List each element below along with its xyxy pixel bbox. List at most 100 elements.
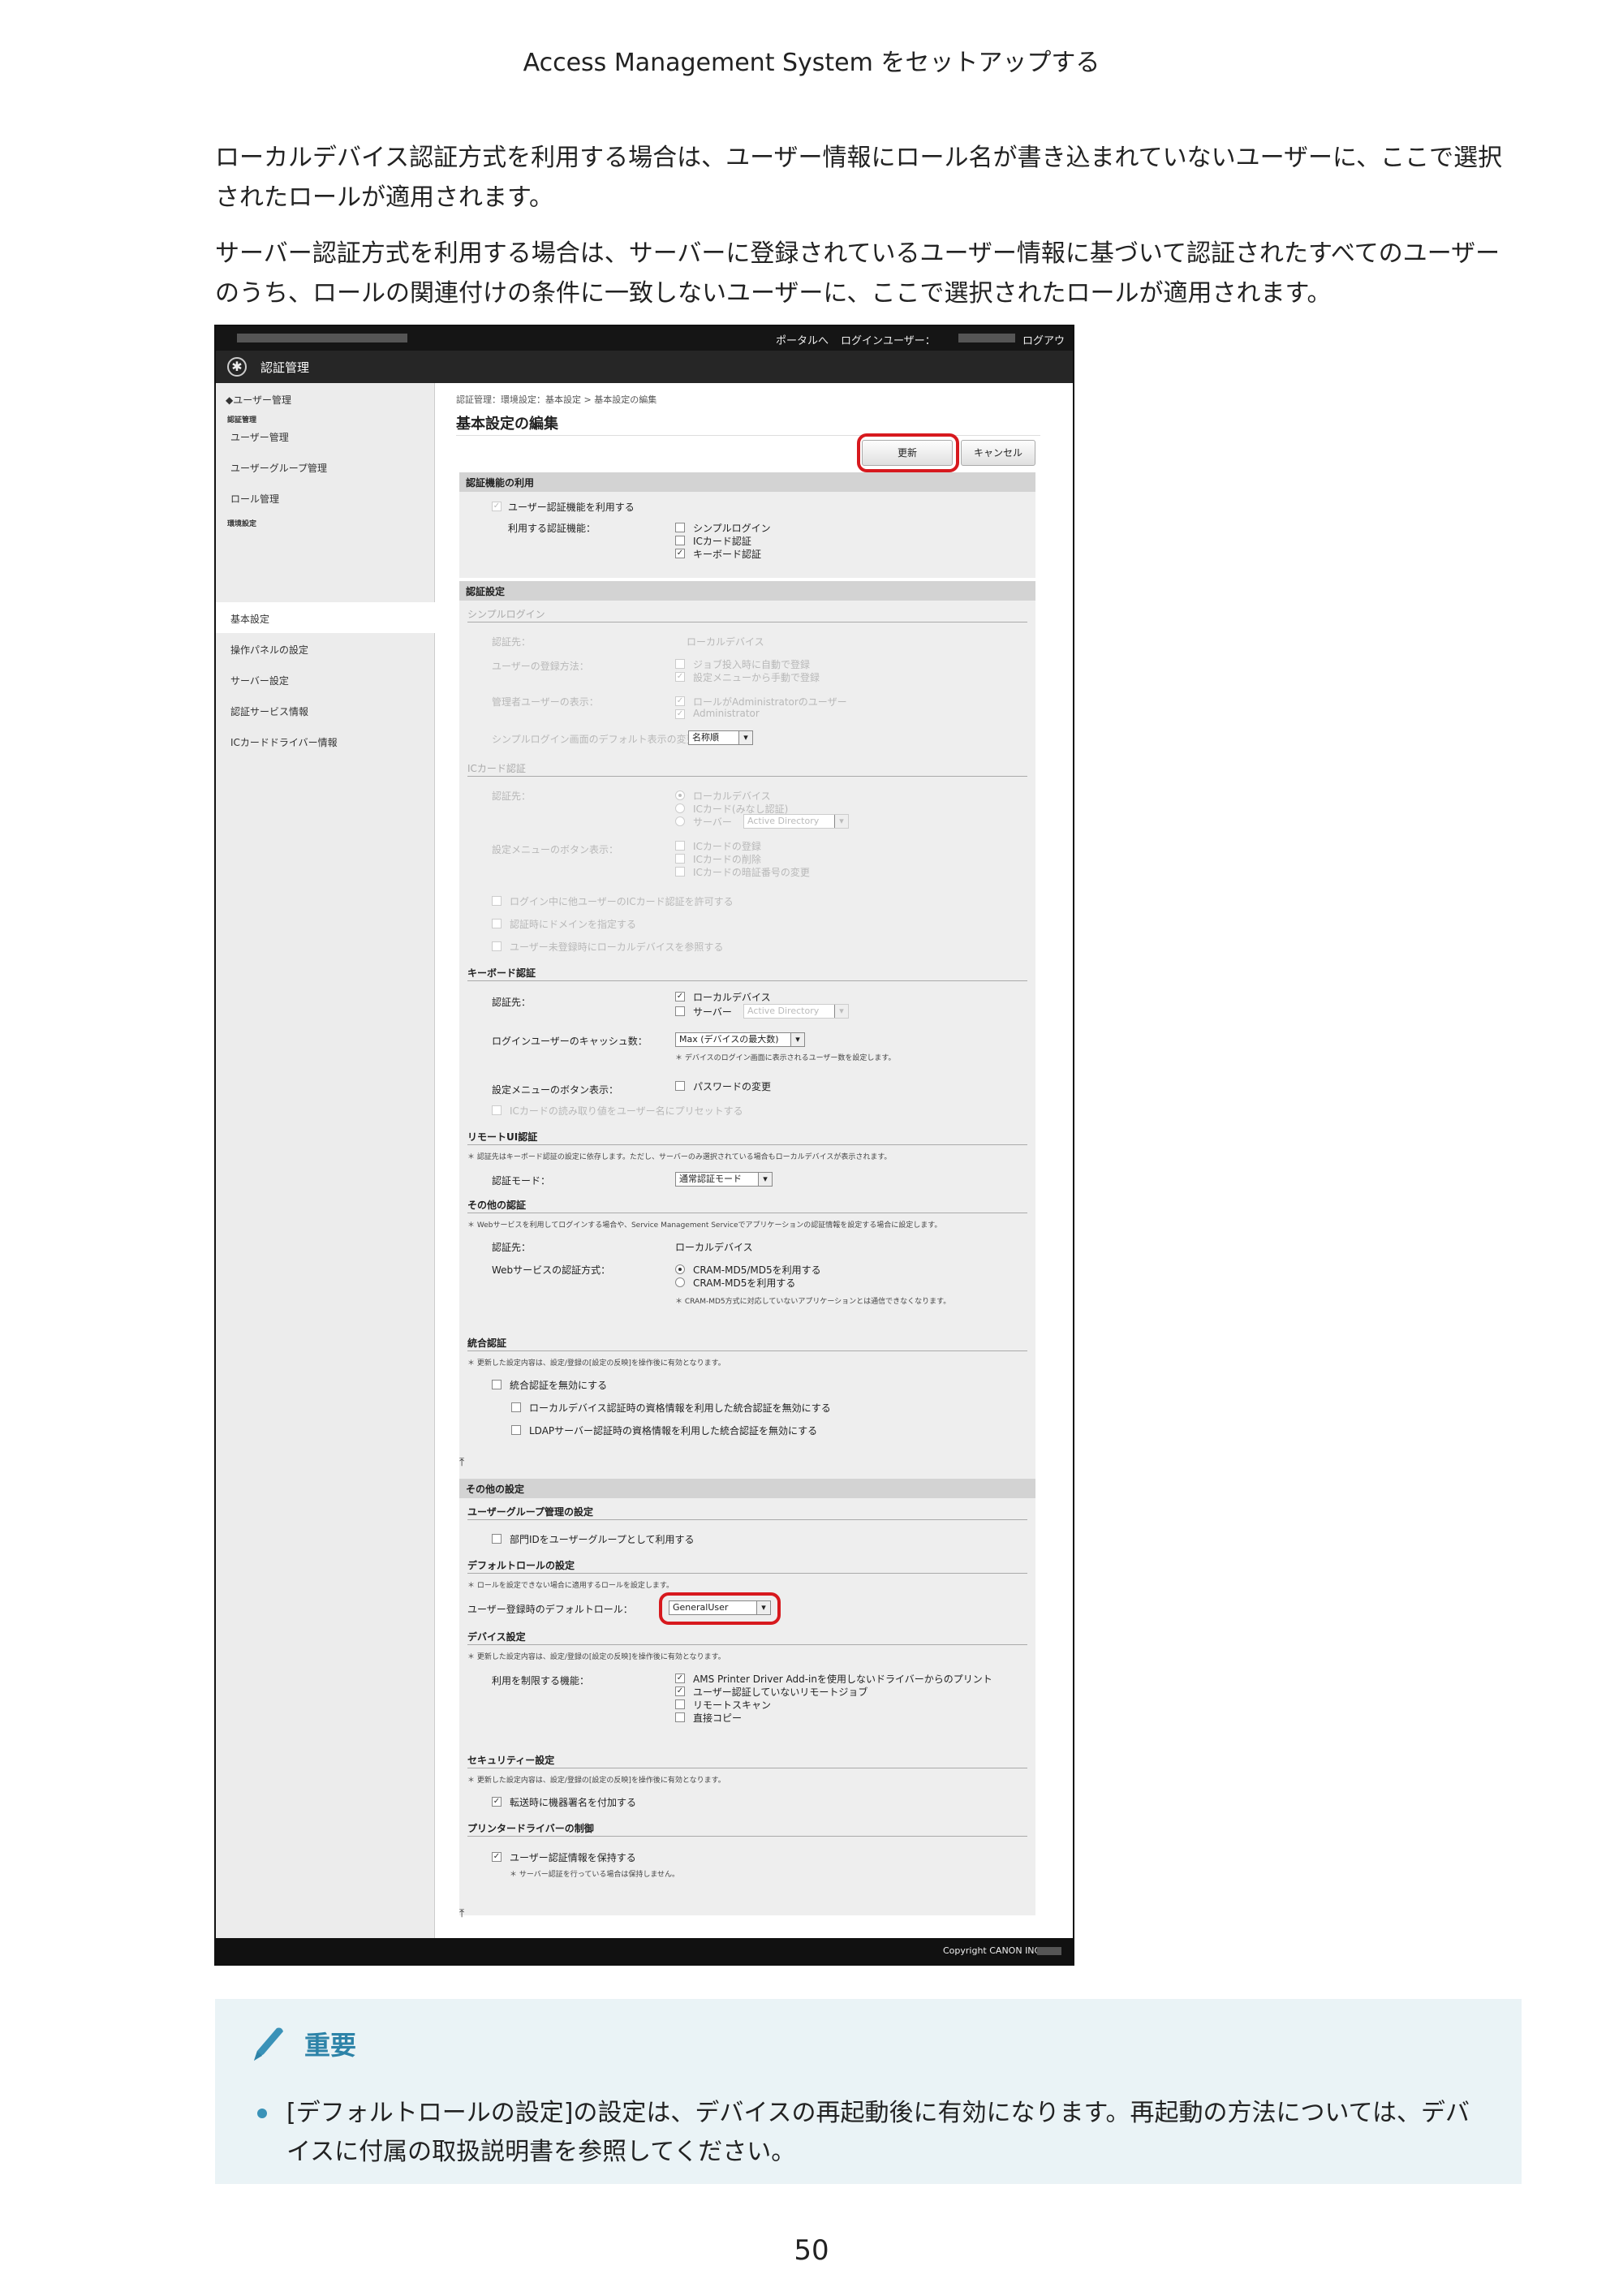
app-title-bar: ✱ 認証管理 [216,351,1073,383]
sidebar-item-users[interactable]: ユーザー管理 [230,430,289,444]
sidebar-back-link[interactable]: ◆ユーザー管理 [226,393,291,407]
web-auth-note: ＊ CRAM-MD5方式に対応していないアプリケーションとは通信できなくなります… [675,1298,951,1306]
sidebar-item-server-settings[interactable]: サーバー設定 [230,674,289,687]
use-func-label: 利用する認証機能： [508,523,596,534]
auto-reg-label: ジョブ投入時に自動で登録 [693,659,811,670]
default-role-subhead: デフォルトロールの設定 [467,1560,575,1571]
restrict-print-checkbox[interactable]: ✓ [675,1674,685,1683]
kb-subhead: キーボード認証 [467,967,536,979]
divider [467,776,1027,777]
kb-cache-label: ログインユーザーのキャッシュ数： [492,1036,648,1047]
divider [467,1836,1027,1837]
sidebar-item-ic-driver[interactable]: ICカードドライバー情報 [230,735,338,749]
auto-reg-checkbox[interactable] [675,659,685,669]
copyright: Copyright CANON INC. [943,1945,1044,1956]
simple-reg-label: ユーザーの登録方法： [492,661,589,672]
simple-dest-label: 認証先： [492,636,532,648]
other-dest-label: 認証先： [492,1242,532,1253]
simple-login-label: シンプルログイン [693,523,771,534]
keyboard-auth-checkbox[interactable]: ✓ [675,549,685,558]
sidebar-item-roles[interactable]: ロール管理 [230,492,279,506]
sidebar-item-user-groups[interactable]: ユーザーグループ管理 [230,461,327,475]
restrict-scan-checkbox[interactable] [675,1699,685,1709]
kb-local-checkbox[interactable]: ✓ [675,992,685,1002]
enable-auth-checkbox[interactable]: ✓ [492,502,502,511]
kb-local-label: ローカルデバイス [693,992,771,1003]
kb-dest-label: 認証先： [492,997,532,1008]
ic-server-select[interactable]: Active Directory [743,814,849,829]
device-signature-checkbox[interactable]: ✓ [492,1797,502,1807]
ic-local-radio[interactable] [675,790,685,800]
highlight-default-role [659,1592,781,1625]
restrict-remote-job-label: ユーザー認証していないリモートジョブ [693,1686,868,1698]
ic-auth-checkbox[interactable] [675,536,685,545]
sidebar-item-auth-service[interactable]: 認証サービス情報 [230,704,308,718]
integrated-note: ＊ 更新した設定内容は、設定/登録の[設定の反映]を操作後に有効となります。 [467,1359,725,1368]
cram-md5-md5-radio[interactable] [675,1264,685,1274]
page-top-icon[interactable]: ⤒ [459,1456,464,1469]
restrict-copy-checkbox[interactable] [675,1712,685,1722]
ic-register-checkbox[interactable] [675,841,685,851]
admin-role-checkbox[interactable]: ✓ [675,696,685,706]
ic-delete-checkbox[interactable] [675,854,685,864]
default-display-select[interactable]: 名称順 [688,730,753,745]
kb-password-checkbox[interactable] [675,1081,685,1091]
auth-mode-select[interactable]: 通常認証モード [675,1172,773,1187]
footer-bar: Copyright CANON INC. [216,1938,1073,1964]
page-title: 基本設定の編集 [456,416,558,433]
restrict-remote-job-checkbox[interactable]: ✓ [675,1686,685,1696]
blurred-device-name [237,334,407,342]
device-signature-label: 転送時に機器署名を付加する [510,1797,637,1808]
ic-local-label: ローカルデバイス [693,790,771,802]
cram-md5-radio[interactable] [675,1277,685,1287]
simple-login-checkbox[interactable] [675,523,685,532]
dept-id-checkbox[interactable] [492,1534,502,1544]
login-user-label: ログインユーザー： [841,335,936,347]
screenshot-basic-settings-edit: ポータルへ ログインユーザー： ログアウト ✱ 認証管理 ◆ユーザー管理 認証管… [214,325,1074,1966]
section-other-head: その他の設定 [459,1479,1035,1498]
kb-cache-select[interactable]: Max (デバイスの最大数) [675,1032,805,1047]
portal-link[interactable]: ポータルへ [776,332,829,347]
important-box: 重要 [デフォルトロールの設定]の設定は、デバイスの再起動後に有効になります。再… [215,1999,1522,2184]
asterisk-logo-icon: ✱ [227,357,247,377]
important-title: 重要 [304,2030,357,2061]
blurred-year [1037,1947,1061,1955]
ic-other-user-checkbox[interactable] [492,896,502,906]
integrated-disable-checkbox[interactable] [492,1380,502,1389]
ic-deemed-radio[interactable] [675,803,685,813]
integrated-local-checkbox[interactable] [511,1402,521,1412]
kb-server-select[interactable]: Active Directory [743,1004,849,1019]
integrated-ldap-label: LDAPサーバー認証時の資格情報を利用した統合認証を無効にする [529,1425,818,1437]
kb-menu-label: 設定メニューのボタン表示： [492,1084,619,1096]
manual-reg-checkbox[interactable]: ✓ [675,672,685,682]
app-title: 認証管理 [260,360,310,375]
cancel-button[interactable]: キャンセル [961,440,1035,466]
driver-subhead: プリンタードライバーの制御 [467,1823,594,1834]
device-subhead: デバイス設定 [467,1631,526,1643]
ic-server-radio[interactable] [675,816,685,826]
enable-auth-label: ユーザー認証機能を利用する [508,502,635,513]
integrated-ldap-checkbox[interactable] [511,1425,521,1435]
simple-dest-value: ローカルデバイス [687,636,764,648]
page-top-icon[interactable]: ⤒ [459,1907,464,1920]
other-auth-note: ＊ Webサービスを利用してログインする場合や、Service Manageme… [467,1221,942,1230]
sidebar-item-basic-settings[interactable]: 基本設定 [230,612,269,626]
sidebar-item-panel-settings[interactable]: 操作パネルの設定 [230,643,308,657]
kb-password-label: パスワードの変更 [693,1081,772,1092]
ic-dest-label: 認証先： [492,790,532,802]
kb-server-checkbox[interactable] [675,1006,685,1016]
restrict-print-label: AMS Printer Driver Add-inを使用しないドライバーからのプ… [693,1674,992,1685]
manual-reg-label: 設定メニューから手動で登録 [693,672,820,683]
bullet-icon [257,2109,267,2118]
kb-preset-checkbox[interactable] [492,1105,502,1115]
ic-unregistered-checkbox[interactable] [492,941,502,951]
ic-pin-label: ICカードの暗証番号の変更 [693,867,810,878]
kb-cache-note: ＊ デバイスのログイン画面に表示されるユーザー数を設定します。 [675,1054,896,1062]
administrator-checkbox[interactable]: ✓ [675,709,685,719]
ic-pin-checkbox[interactable] [675,867,685,877]
ic-domain-checkbox[interactable] [492,919,502,928]
kb-preset-label: ICカードの読み取り値をユーザー名にプリセットする [510,1105,743,1117]
default-role-label: ユーザー登録時のデフォルトロール： [467,1604,633,1615]
section-auth-settings-head: 認証設定 [459,581,1035,601]
keep-credentials-checkbox[interactable]: ✓ [492,1852,502,1862]
